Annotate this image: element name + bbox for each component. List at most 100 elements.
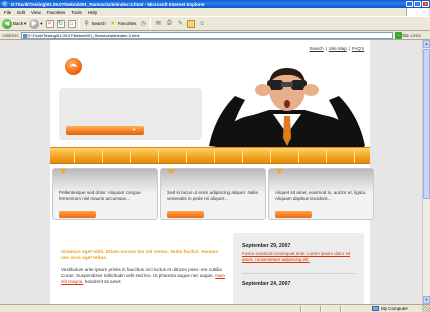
menu-edit[interactable]: Edit [17, 10, 25, 15]
feature-box: Aliquet sit amet, euismod in, auctor ut,… [268, 168, 374, 220]
go-label: Go [402, 32, 409, 38]
feature-box-button[interactable] [59, 211, 96, 218]
nav-divider [214, 150, 215, 163]
address-input[interactable]: D:\Tuvik\Testing\01.09.07\Nebra\001_Ramu… [20, 31, 393, 39]
feature-box: Pellentesque sed dolor. Aliquam congue f… [52, 168, 158, 220]
scroll-thumb[interactable] [423, 49, 430, 199]
news-link[interactable]: Fusce euismod consequat ante. Lorem ipsu… [242, 251, 360, 262]
feature-box-text: Pellentesque sed dolor. Aliquam congue f… [59, 190, 141, 201]
link-separator: | [325, 46, 327, 51]
forward-button[interactable]: ▶ ▾ [29, 18, 43, 29]
scroll-down-icon[interactable]: ▼ [423, 296, 430, 304]
feature-box-button[interactable] [275, 211, 312, 218]
back-label: Back [13, 21, 24, 26]
box-notch [59, 169, 67, 174]
news-divider [242, 273, 355, 274]
menu-view[interactable]: View [31, 10, 41, 15]
nav-divider [158, 150, 159, 163]
window-title: D:\Tuvik\Testing\01.09.07\Nebra\001_Ramu… [11, 1, 205, 7]
status-divider [320, 305, 322, 312]
news-date: September 29, 2007 [242, 243, 291, 249]
status-bar: My Computer [0, 304, 430, 312]
page-icon [22, 33, 27, 38]
content-headline: Vivamus eget nibh. Etiam cursus leo vel … [61, 250, 219, 261]
chevron-down-icon[interactable]: ▾ [24, 21, 26, 27]
site-map-link[interactable]: Site Map [329, 46, 347, 51]
nav-divider [74, 150, 75, 163]
menu-favorites[interactable]: Favorites [47, 10, 66, 15]
scroll-up-icon[interactable]: ▲ [423, 40, 430, 48]
nav-divider [298, 150, 299, 163]
go-arrow-icon: → [394, 31, 402, 39]
toolbar: ◀ Back ▾ ▶ ▾ × ↻ ⌂ ⚲ Search ★ Favorites … [0, 16, 430, 31]
search-button[interactable]: ⚲ Search [83, 20, 106, 28]
promo-button[interactable]: ➜ [66, 126, 144, 135]
businessman-binoculars-image [209, 68, 365, 148]
feature-box-text: Sed in lacus ut enim adipiscing aliquet.… [167, 190, 258, 201]
promo-box: ➜ [59, 88, 202, 140]
web-page: Search | Site Map | FAQ's ➜ Pellentesque… [50, 40, 374, 304]
nav-divider [326, 150, 327, 163]
forward-arrow-icon: ▶ [29, 18, 40, 29]
box-notch [167, 169, 175, 174]
minimize-button[interactable]: _ [406, 1, 413, 7]
search-icon: ⚲ [84, 21, 89, 27]
chevron-down-icon[interactable]: ▾ [40, 21, 42, 27]
computer-icon [371, 306, 379, 311]
stop-icon[interactable]: × [45, 19, 54, 28]
maximize-button[interactable]: □ [414, 1, 421, 7]
content-paragraph: Vestibulum ante ipsum primis in faucibus… [61, 267, 226, 285]
favorites-button[interactable]: ★ Favorites [109, 20, 137, 28]
star-icon: ★ [110, 21, 116, 27]
nav-divider [102, 150, 103, 163]
go-button[interactable]: → Go [394, 31, 409, 39]
feature-box: Sed in lacus ut enim adipiscing aliquet.… [160, 168, 266, 220]
menu-tools[interactable]: Tools [71, 10, 82, 15]
links-label[interactable]: Links [411, 33, 422, 38]
home-icon[interactable]: ⌂ [67, 19, 76, 28]
refresh-icon[interactable]: ↻ [56, 19, 65, 28]
toolbar-separator [78, 18, 80, 29]
zone-indicator: My Computer [371, 306, 408, 311]
address-bar: Address D:\Tuvik\Testing\01.09.07\Nebra\… [0, 31, 430, 40]
title-bar: D:\Tuvik\Testing\01.09.07\Nebra\001_Ramu… [0, 0, 430, 8]
nav-bar[interactable] [50, 147, 370, 164]
news-date: September 24, 2007 [242, 281, 291, 287]
link-separator: | [348, 46, 350, 51]
zone-label: My Computer [380, 306, 408, 311]
menu-file[interactable]: File [4, 10, 11, 15]
edit-icon[interactable]: ✎ [176, 20, 184, 28]
vertical-scrollbar[interactable]: ▲ ▼ [422, 40, 430, 304]
resize-grip[interactable] [422, 305, 430, 312]
paragraph-text: hendrerit sit amet: [84, 279, 122, 284]
print-icon[interactable]: ⎙ [165, 20, 173, 28]
paragraph-text: Vestibulum ante ipsum primis in faucibus… [61, 267, 222, 278]
search-label: Search [91, 21, 106, 26]
status-divider [300, 305, 302, 312]
site-logo[interactable] [65, 58, 82, 75]
windows-logo [406, 8, 428, 16]
main-content: Vivamus eget nibh. Etiam cursus leo vel … [56, 233, 226, 304]
folder-icon[interactable] [187, 19, 196, 28]
feature-box-text: Aliquet sit amet, euismod in, auctor ut,… [275, 190, 367, 201]
top-links: Search | Site Map | FAQ's [310, 46, 365, 51]
messenger-icon[interactable]: ☺ [198, 20, 206, 28]
nav-divider [242, 150, 243, 163]
box-notch [275, 169, 283, 174]
arrow-right-icon: ➜ [131, 127, 136, 133]
feature-box-button[interactable] [167, 211, 204, 218]
history-icon[interactable]: ◷ [139, 20, 147, 28]
search-link[interactable]: Search [310, 46, 324, 51]
menu-help[interactable]: Help [88, 10, 97, 15]
window-controls: _ □ × [406, 1, 429, 7]
back-button[interactable]: ◀ Back ▾ [2, 18, 26, 29]
faqs-link[interactable]: FAQ's [352, 46, 364, 51]
ie-icon [2, 1, 8, 7]
back-arrow-icon: ◀ [2, 18, 12, 29]
menu-bar: File Edit View Favorites Tools Help [0, 8, 430, 16]
close-button[interactable]: × [422, 1, 429, 7]
nav-divider [186, 150, 187, 163]
address-value: D:\Tuvik\Testing\01.09.07\Nebra\001_Ramu… [27, 32, 140, 38]
favorites-label: Favorites [117, 21, 137, 26]
mail-icon[interactable]: ✉ [154, 20, 162, 28]
